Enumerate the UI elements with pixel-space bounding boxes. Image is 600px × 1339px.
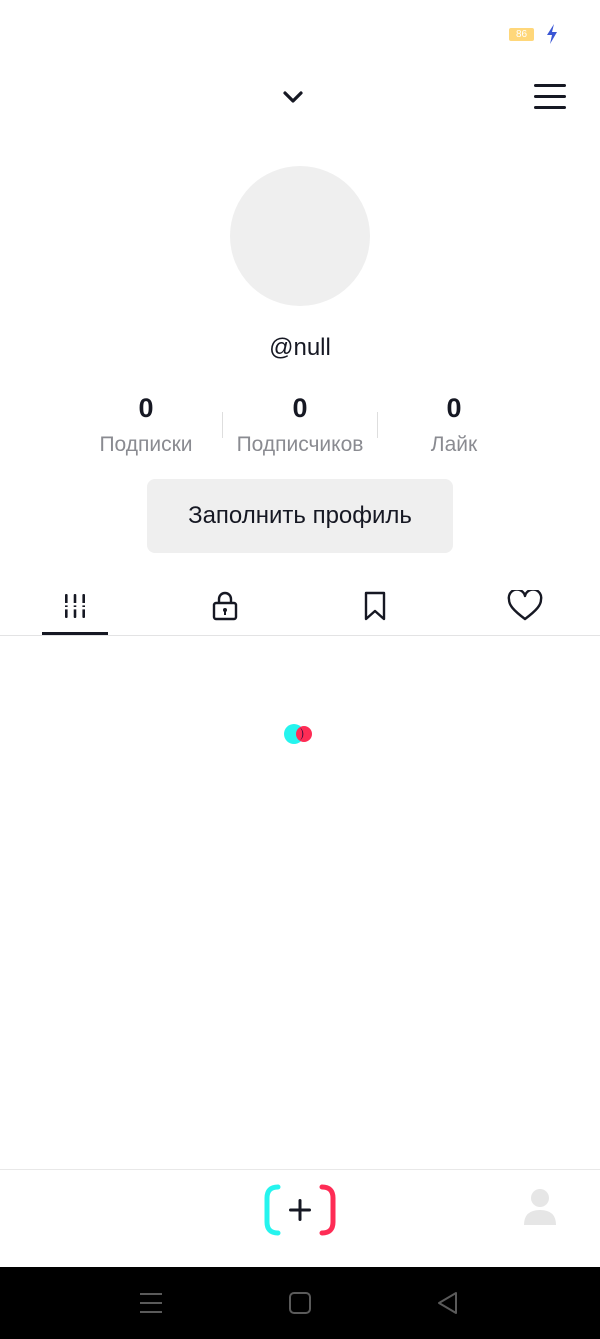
- tab-favorites[interactable]: [300, 578, 450, 634]
- following-label[interactable]: Подписки: [66, 433, 226, 457]
- tabs-divider: [0, 635, 600, 636]
- grid-icon: [62, 594, 88, 618]
- lock-icon: [212, 591, 238, 621]
- battery-indicator: 86: [509, 28, 534, 41]
- hamburger-menu-icon[interactable]: [530, 80, 570, 114]
- tab-liked[interactable]: [450, 578, 600, 634]
- lightning-bolt-icon: [547, 24, 557, 44]
- home-icon[interactable]: [286, 1289, 314, 1317]
- tab-videos[interactable]: [0, 578, 150, 634]
- followers-count[interactable]: 0: [220, 393, 380, 424]
- profile-person-icon[interactable]: [522, 1188, 558, 1226]
- loading-spinner-icon: [284, 724, 312, 744]
- battery-level: 86: [515, 29, 528, 40]
- following-count[interactable]: 0: [66, 393, 226, 424]
- recents-icon[interactable]: [137, 1289, 165, 1317]
- likes-count[interactable]: 0: [374, 393, 534, 424]
- heart-icon: [507, 590, 543, 621]
- followers-label[interactable]: Подписчиков: [220, 433, 380, 457]
- username: @null: [269, 334, 331, 361]
- fill-profile-button[interactable]: Заполнить профиль: [147, 479, 453, 553]
- bottom-bar-divider: [0, 1169, 600, 1170]
- avatar[interactable]: [230, 166, 370, 306]
- back-icon[interactable]: [434, 1289, 462, 1317]
- create-plus-icon[interactable]: [262, 1184, 338, 1236]
- likes-label[interactable]: Лайк: [374, 433, 534, 457]
- bookmark-icon: [364, 591, 386, 621]
- tab-private[interactable]: [150, 578, 300, 634]
- chevron-down-icon[interactable]: [280, 84, 306, 110]
